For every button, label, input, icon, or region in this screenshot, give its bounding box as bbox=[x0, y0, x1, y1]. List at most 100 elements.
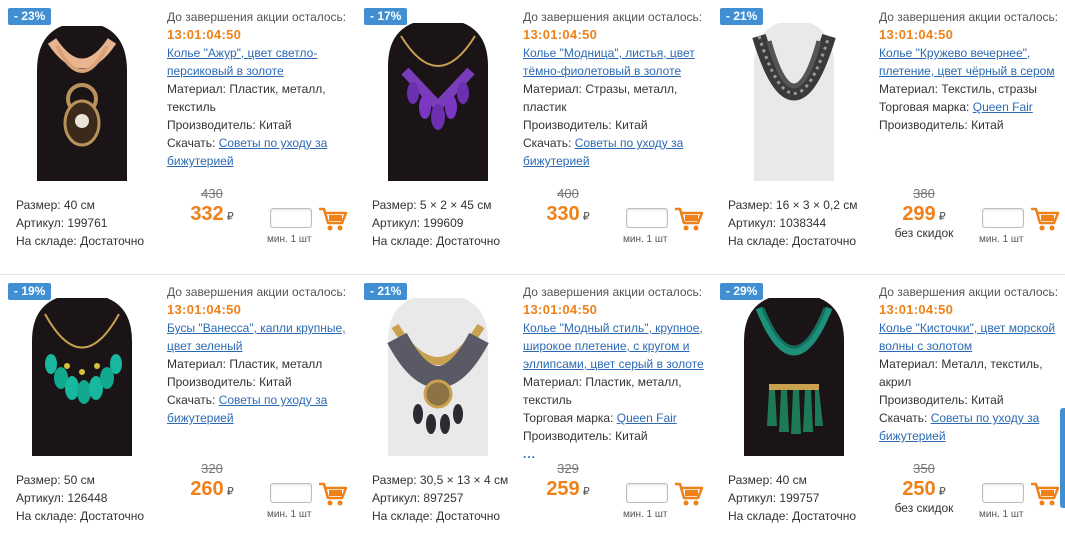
maker-value: Китай bbox=[259, 375, 292, 389]
discount-badge: - 29% bbox=[720, 283, 764, 300]
article-text: Артикул: 199757 bbox=[728, 491, 820, 505]
product-info: До завершения акции осталось: 13:01:04:5… bbox=[523, 8, 708, 170]
timer-value: 13:01:04:50 bbox=[523, 302, 598, 317]
currency-symbol: ₽ bbox=[582, 486, 590, 498]
old-price: 329 bbox=[557, 461, 579, 476]
price-box: 400 330 ₽ bbox=[528, 186, 608, 226]
product-image[interactable] bbox=[724, 8, 864, 183]
maker-label: Производитель: bbox=[879, 118, 968, 132]
brand-link[interactable]: Queen Fair bbox=[617, 411, 677, 425]
product-image[interactable] bbox=[368, 283, 508, 458]
cart-icon bbox=[675, 482, 704, 506]
min-quantity-note: мин. 1 шт bbox=[267, 234, 312, 245]
product-title-link[interactable]: Колье "Кружево вечернее", плетение, цвет… bbox=[879, 44, 1064, 80]
maker-label: Производитель: bbox=[167, 375, 256, 389]
min-quantity-note: мин. 1 шт bbox=[979, 509, 1024, 520]
currency-symbol: ₽ bbox=[226, 486, 234, 498]
min-quantity-note: мин. 1 шт bbox=[267, 509, 312, 520]
quantity-input[interactable] bbox=[982, 483, 1024, 503]
article-text: Артикул: 199609 bbox=[372, 216, 464, 230]
product-title-link[interactable]: Колье "Модница", листья, цвет тёмно-фиол… bbox=[523, 44, 708, 80]
stock-text: На складе: Достаточно bbox=[16, 509, 145, 523]
brand-label: Торговая марка: bbox=[523, 411, 614, 425]
brand-row: Торговая марка: Queen Fair bbox=[879, 98, 1064, 116]
product-title-link[interactable]: Бусы "Ванесса", капли крупные, цвет зеле… bbox=[167, 319, 352, 355]
maker-value: Китай bbox=[615, 429, 648, 443]
cart-icon bbox=[319, 207, 348, 231]
maker-row: Производитель: Китай bbox=[523, 116, 708, 134]
material-row: Материал: Пластик, металл bbox=[167, 355, 352, 373]
currency-symbol: ₽ bbox=[226, 211, 234, 223]
discount-badge: - 21% bbox=[720, 8, 764, 25]
maker-label: Производитель: bbox=[523, 118, 612, 132]
quantity-input[interactable] bbox=[270, 483, 312, 503]
min-quantity-note: мин. 1 шт bbox=[979, 234, 1024, 245]
material-value: Текстиль, стразы bbox=[941, 82, 1037, 96]
download-label: Скачать: bbox=[167, 393, 216, 407]
current-price: 259 bbox=[546, 478, 580, 500]
old-price: 400 bbox=[557, 186, 579, 201]
quantity-input[interactable] bbox=[982, 208, 1024, 228]
maker-value: Китай bbox=[971, 118, 1004, 132]
add-to-cart-button[interactable] bbox=[1030, 481, 1060, 510]
add-to-cart-button[interactable] bbox=[674, 206, 704, 235]
size-text: Размер: 16 × 3 × 0,2 см bbox=[728, 198, 858, 212]
timer-value: 13:01:04:50 bbox=[523, 27, 598, 42]
quantity-input[interactable] bbox=[626, 483, 668, 503]
product-image[interactable] bbox=[12, 283, 152, 458]
scrollbar-thumb[interactable] bbox=[1060, 408, 1065, 508]
download-label: Скачать: bbox=[167, 136, 216, 150]
quantity-input[interactable] bbox=[270, 208, 312, 228]
material-label: Материал: bbox=[167, 82, 226, 96]
maker-row: Производитель: Китай bbox=[167, 373, 352, 391]
add-to-cart-button[interactable] bbox=[674, 481, 704, 510]
discount-badge: - 17% bbox=[364, 8, 408, 25]
size-text: Размер: 5 × 2 × 45 см bbox=[372, 198, 492, 212]
material-row: Материал: Металл, текстиль, акрил bbox=[879, 355, 1064, 391]
timer-label: До завершения акции осталось: bbox=[523, 10, 703, 24]
material-label: Материал: bbox=[523, 375, 582, 389]
timer-value: 13:01:04:50 bbox=[167, 302, 242, 317]
old-price: 350 bbox=[913, 461, 935, 476]
size-text: Размер: 40 см bbox=[728, 473, 807, 487]
current-price: 250 bbox=[902, 478, 936, 500]
product-image[interactable] bbox=[12, 8, 152, 183]
product-title-link[interactable]: Колье "Кисточки", цвет морской волны с з… bbox=[879, 319, 1064, 355]
brand-link[interactable]: Queen Fair bbox=[973, 100, 1033, 114]
product-image[interactable] bbox=[368, 8, 508, 183]
product-grid: - 23% До завершения акции осталось: 13:0… bbox=[0, 0, 1065, 549]
product-title-link[interactable]: Колье "Модный стиль", крупное, широкое п… bbox=[523, 319, 708, 373]
add-to-cart-button[interactable] bbox=[1030, 206, 1060, 235]
material-row: Материал: Стразы, металл, пластик bbox=[523, 80, 708, 116]
download-row: Скачать: Советы по уходу за бижутерией bbox=[879, 409, 1064, 445]
download-row: Скачать: Советы по уходу за бижутерией bbox=[167, 391, 352, 427]
material-label: Материал: bbox=[523, 82, 582, 96]
product-card: - 19% До завершения акции осталось: 13:0… bbox=[0, 274, 356, 546]
stock-text: На складе: Достаточно bbox=[372, 509, 501, 523]
product-title-link[interactable]: Колье "Ажур", цвет светло-персиковый в з… bbox=[167, 44, 352, 80]
product-image[interactable] bbox=[724, 283, 864, 458]
old-price: 320 bbox=[201, 461, 223, 476]
brand-row: Торговая марка: Queen Fair bbox=[523, 409, 708, 427]
size-text: Размер: 40 см bbox=[16, 198, 95, 212]
price-box: 329 259 ₽ bbox=[528, 461, 608, 501]
timer-value: 13:01:04:50 bbox=[879, 302, 954, 317]
material-row: Материал: Пластик, металл, текстиль bbox=[523, 373, 708, 409]
stock-text: На складе: Достаточно bbox=[728, 234, 857, 248]
current-price: 332 bbox=[190, 203, 224, 225]
size-text: Размер: 30,5 × 13 × 4 см bbox=[372, 473, 509, 487]
quantity-input[interactable] bbox=[626, 208, 668, 228]
product-specs: Размер: 30,5 × 13 × 4 см Артикул: 897257… bbox=[372, 471, 508, 525]
product-card: - 29% До завершения акции осталось: 13:0… bbox=[712, 274, 1065, 546]
maker-row: Производитель: Китай bbox=[523, 427, 708, 445]
add-to-cart-button[interactable] bbox=[318, 206, 348, 235]
maker-value: Китай bbox=[615, 118, 648, 132]
add-to-cart-button[interactable] bbox=[318, 481, 348, 510]
price-box: 320 260 ₽ bbox=[172, 461, 252, 501]
article-text: Артикул: 126448 bbox=[16, 491, 108, 505]
current-price: 299 bbox=[902, 203, 936, 225]
discount-badge: - 19% bbox=[8, 283, 52, 300]
product-card: - 23% До завершения акции осталось: 13:0… bbox=[0, 0, 356, 272]
product-info: До завершения акции осталось: 13:01:04:5… bbox=[167, 283, 352, 427]
material-label: Материал: bbox=[167, 357, 226, 371]
